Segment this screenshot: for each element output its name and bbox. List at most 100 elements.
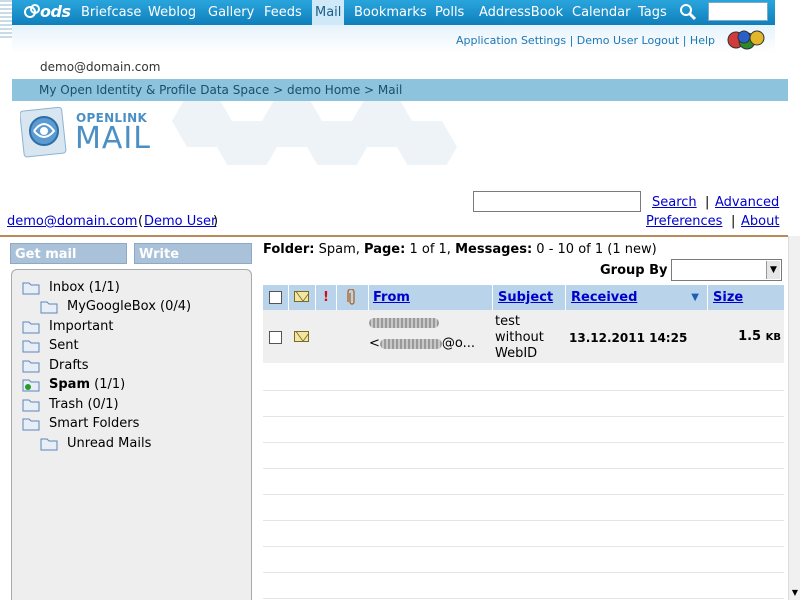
column-received-link[interactable]: Received	[571, 290, 637, 305]
column-size-link[interactable]: Size	[713, 290, 743, 305]
people-icon[interactable]	[727, 29, 765, 51]
ods-logo-text: ods	[40, 2, 71, 21]
paperclip-icon[interactable]	[347, 289, 357, 306]
folder-info: Folder: Spam, Page: 1 of 1, Messages: 0 …	[263, 242, 657, 257]
folder-icon	[40, 301, 58, 314]
column-from-link[interactable]: From	[373, 290, 410, 305]
help-link[interactable]: Help	[690, 34, 715, 47]
folder-icon	[22, 399, 40, 412]
divider	[0, 235, 788, 237]
sort-desc-icon[interactable]: ▼	[691, 285, 699, 310]
nav-bookmarks[interactable]: Bookmarks	[351, 0, 430, 25]
unread-envelope-icon	[294, 331, 309, 342]
get-mail-button[interactable]: Get mail	[10, 243, 127, 264]
folder-label: Trash (0/1)	[49, 397, 119, 412]
header-links: Application Settings | Demo User Logout …	[456, 34, 715, 47]
folder-info-folder-label: Folder:	[263, 242, 315, 257]
search-link[interactable]: Search	[652, 195, 697, 210]
from-address-start: <	[369, 336, 380, 351]
folder-label: Drafts	[49, 358, 89, 373]
write-button[interactable]: Write	[134, 243, 252, 264]
table-row[interactable]: < @o... test without WebID 13.12.2011 14:…	[263, 310, 784, 364]
folder-label: MyGoogleBox (0/4)	[67, 299, 192, 314]
nav-briefcase[interactable]: Briefcase	[78, 0, 144, 25]
mail-banner: OPENLINK MAIL	[12, 101, 788, 165]
nav-addressbook[interactable]: AddressBook	[476, 0, 566, 25]
priority-icon[interactable]: !	[316, 285, 337, 310]
folder-open-icon	[22, 379, 40, 392]
column-size[interactable]: Size	[708, 285, 784, 310]
table-header: ! From Subject Received ▼ Size	[263, 285, 784, 310]
folder-info-page-value: 1 of 1,	[409, 242, 451, 257]
window-corner	[775, 0, 800, 25]
nav-weblog[interactable]: Weblog	[145, 0, 199, 25]
search-icon[interactable]	[678, 2, 698, 22]
breadcrumb: My Open Identity & Profile Data Space > …	[12, 79, 788, 101]
nav-feeds[interactable]: Feeds	[261, 0, 305, 25]
empty-row	[263, 365, 784, 391]
header-separator: |	[569, 34, 574, 47]
folder-icon	[22, 321, 40, 334]
subject-line: WebID	[495, 346, 538, 361]
ods-logo[interactable]: ods	[22, 2, 76, 22]
column-subject-link[interactable]: Subject	[498, 290, 553, 305]
column-subject[interactable]: Subject	[493, 285, 566, 310]
row-checkbox[interactable]	[269, 331, 282, 344]
envelope-icon[interactable]	[294, 291, 309, 302]
empty-row	[263, 521, 784, 547]
mail-logo-text-big: MAIL	[75, 121, 151, 156]
folder-icon	[22, 360, 40, 373]
demo-user-link[interactable]: Demo User	[144, 214, 216, 229]
folder-icon	[22, 282, 40, 295]
size-cell: 1.5 KB	[709, 329, 781, 344]
from-cell: < @o...	[369, 316, 493, 356]
nav-gallery[interactable]: Gallery	[205, 0, 257, 25]
subject-line: test	[495, 314, 520, 329]
header-read-cell	[289, 285, 316, 310]
header-select-cell	[263, 285, 289, 310]
empty-row	[263, 469, 784, 495]
chevron-down-icon[interactable]: ▼	[766, 261, 780, 279]
folder-label-bold: Spam	[49, 377, 90, 392]
folder-info-page-label: Page:	[364, 242, 406, 257]
received-cell: 13.12.2011 14:25	[569, 331, 688, 345]
group-by-select[interactable]: ▼	[671, 259, 782, 281]
folder-icon	[22, 418, 40, 431]
nav-search-input[interactable]	[708, 2, 768, 21]
empty-row	[263, 573, 784, 599]
column-from[interactable]: From	[369, 285, 493, 310]
nav-calendar[interactable]: Calendar	[569, 0, 633, 25]
folder-label: Inbox (1/1)	[49, 280, 120, 295]
user-email-link[interactable]: demo@domain.com	[7, 214, 137, 229]
folder-label: Sent	[49, 338, 79, 353]
select-all-checkbox[interactable]	[269, 291, 282, 304]
app-settings-link[interactable]: Application Settings	[456, 34, 566, 47]
column-received[interactable]: Received ▼	[566, 285, 708, 310]
scroll-down-icon[interactable]: ▼	[789, 586, 800, 600]
nav-mail[interactable]: Mail	[312, 0, 345, 25]
subject-cell[interactable]: test without WebID	[495, 314, 565, 362]
about-link[interactable]: About	[741, 214, 779, 229]
folder-info-folder-value: Spam,	[318, 242, 360, 257]
paren-close: )	[213, 214, 219, 229]
folder-label: Unread Mails	[67, 436, 152, 451]
folder-count: (1/1)	[94, 377, 126, 392]
folder-info-messages-value: 0 - 10 of 1 (1 new)	[536, 242, 657, 257]
header-separator: |	[682, 34, 687, 47]
top-nav-bar: ods Briefcase Weblog Gallery Feeds Mail …	[12, 0, 775, 25]
preferences-link[interactable]: Preferences	[646, 214, 722, 229]
subject-line: without	[495, 330, 544, 345]
size-value: 1.5	[738, 329, 762, 344]
folder-label: Important	[49, 319, 114, 334]
advanced-search-link[interactable]: Advanced	[715, 195, 779, 210]
header-attach-cell	[337, 285, 369, 310]
empty-row	[263, 391, 784, 417]
mail-logo-icon	[20, 107, 67, 158]
search-separator: |	[705, 195, 710, 210]
left-edge-stripe	[0, 0, 12, 40]
nav-tags[interactable]: Tags	[635, 0, 670, 25]
nav-polls[interactable]: Polls	[432, 0, 467, 25]
vertical-scrollbar[interactable]: ▼	[788, 236, 800, 600]
mail-search-input[interactable]	[473, 191, 641, 212]
logout-link[interactable]: Demo User Logout	[577, 34, 679, 47]
